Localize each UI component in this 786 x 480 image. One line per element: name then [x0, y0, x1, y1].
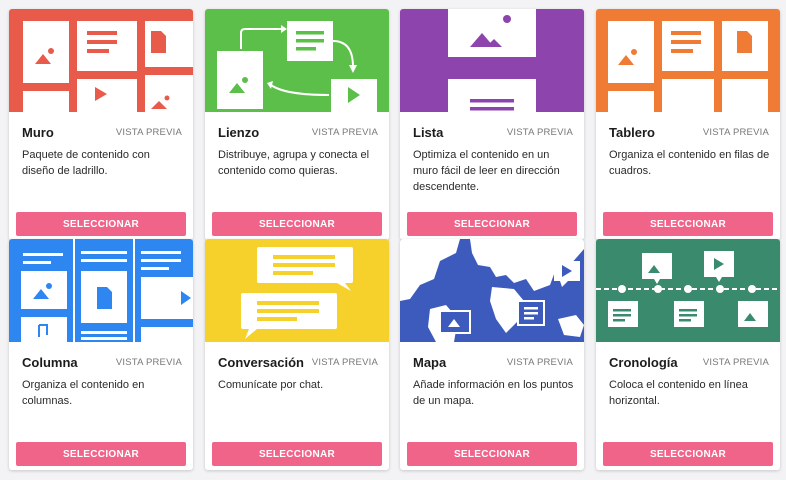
lista-thumbnail	[400, 9, 584, 112]
card-muro[interactable]: Muro VISTA PREVIA Paquete de contenido c…	[9, 9, 193, 240]
card-title: Lienzo	[218, 125, 260, 140]
card-description: Optimiza el contenido en un muro fácil d…	[413, 149, 560, 193]
preview-link[interactable]: VISTA PREVIA	[703, 127, 769, 138]
select-button[interactable]: SELECCIONAR	[16, 212, 186, 236]
muro-thumbnail	[9, 9, 193, 112]
preview-link[interactable]: VISTA PREVIA	[116, 357, 182, 368]
card-mapa[interactable]: Mapa VISTA PREVIA Añade información en l…	[400, 239, 584, 470]
tablero-thumbnail	[596, 9, 780, 112]
card-title: Columna	[22, 355, 78, 370]
preview-link[interactable]: VISTA PREVIA	[312, 357, 378, 368]
select-button[interactable]: SELECCIONAR	[212, 442, 382, 466]
conversacion-thumbnail	[205, 239, 389, 342]
lienzo-thumbnail	[205, 9, 389, 112]
mapa-thumbnail	[400, 239, 584, 342]
card-conversacion[interactable]: Conversación VISTA PREVIA Comunícate por…	[205, 239, 389, 470]
card-description: Añade información en los puntos de un ma…	[413, 379, 574, 407]
card-cronologia[interactable]: Cronología VISTA PREVIA Coloca el conten…	[596, 239, 780, 470]
select-button[interactable]: SELECCIONAR	[603, 212, 773, 236]
preview-link[interactable]: VISTA PREVIA	[507, 357, 573, 368]
card-description: Organiza el contenido en columnas.	[22, 379, 145, 407]
select-button[interactable]: SELECCIONAR	[603, 442, 773, 466]
select-button[interactable]: SELECCIONAR	[407, 212, 577, 236]
cronologia-thumbnail	[596, 239, 780, 342]
card-lista[interactable]: Lista VISTA PREVIA Optimiza el contenido…	[400, 9, 584, 240]
card-title: Conversación	[218, 355, 304, 370]
card-description: Organiza el contenido en filas de cuadro…	[609, 149, 770, 177]
card-title: Tablero	[609, 125, 655, 140]
preview-link[interactable]: VISTA PREVIA	[507, 127, 573, 138]
card-title: Muro	[22, 125, 54, 140]
columna-thumbnail	[9, 239, 193, 342]
select-button[interactable]: SELECCIONAR	[407, 442, 577, 466]
preview-link[interactable]: VISTA PREVIA	[312, 127, 378, 138]
card-title: Mapa	[413, 355, 447, 370]
select-button[interactable]: SELECCIONAR	[212, 212, 382, 236]
card-columna[interactable]: Columna VISTA PREVIA Organiza el conteni…	[9, 239, 193, 470]
card-description: Coloca el contenido en línea horizontal.	[609, 379, 748, 407]
card-title: Cronología	[609, 355, 678, 370]
preview-link[interactable]: VISTA PREVIA	[116, 127, 182, 138]
card-description: Distribuye, agrupa y conecta el contenid…	[218, 149, 370, 177]
card-description: Paquete de contenido con diseño de ladri…	[22, 149, 150, 177]
preview-link[interactable]: VISTA PREVIA	[703, 357, 769, 368]
select-button[interactable]: SELECCIONAR	[16, 442, 186, 466]
card-lienzo[interactable]: Lienzo VISTA PREVIA Distribuye, agrupa y…	[205, 9, 389, 240]
card-title: Lista	[413, 125, 444, 140]
card-description: Comunícate por chat.	[218, 379, 324, 391]
card-tablero[interactable]: Tablero VISTA PREVIA Organiza el conteni…	[596, 9, 780, 240]
